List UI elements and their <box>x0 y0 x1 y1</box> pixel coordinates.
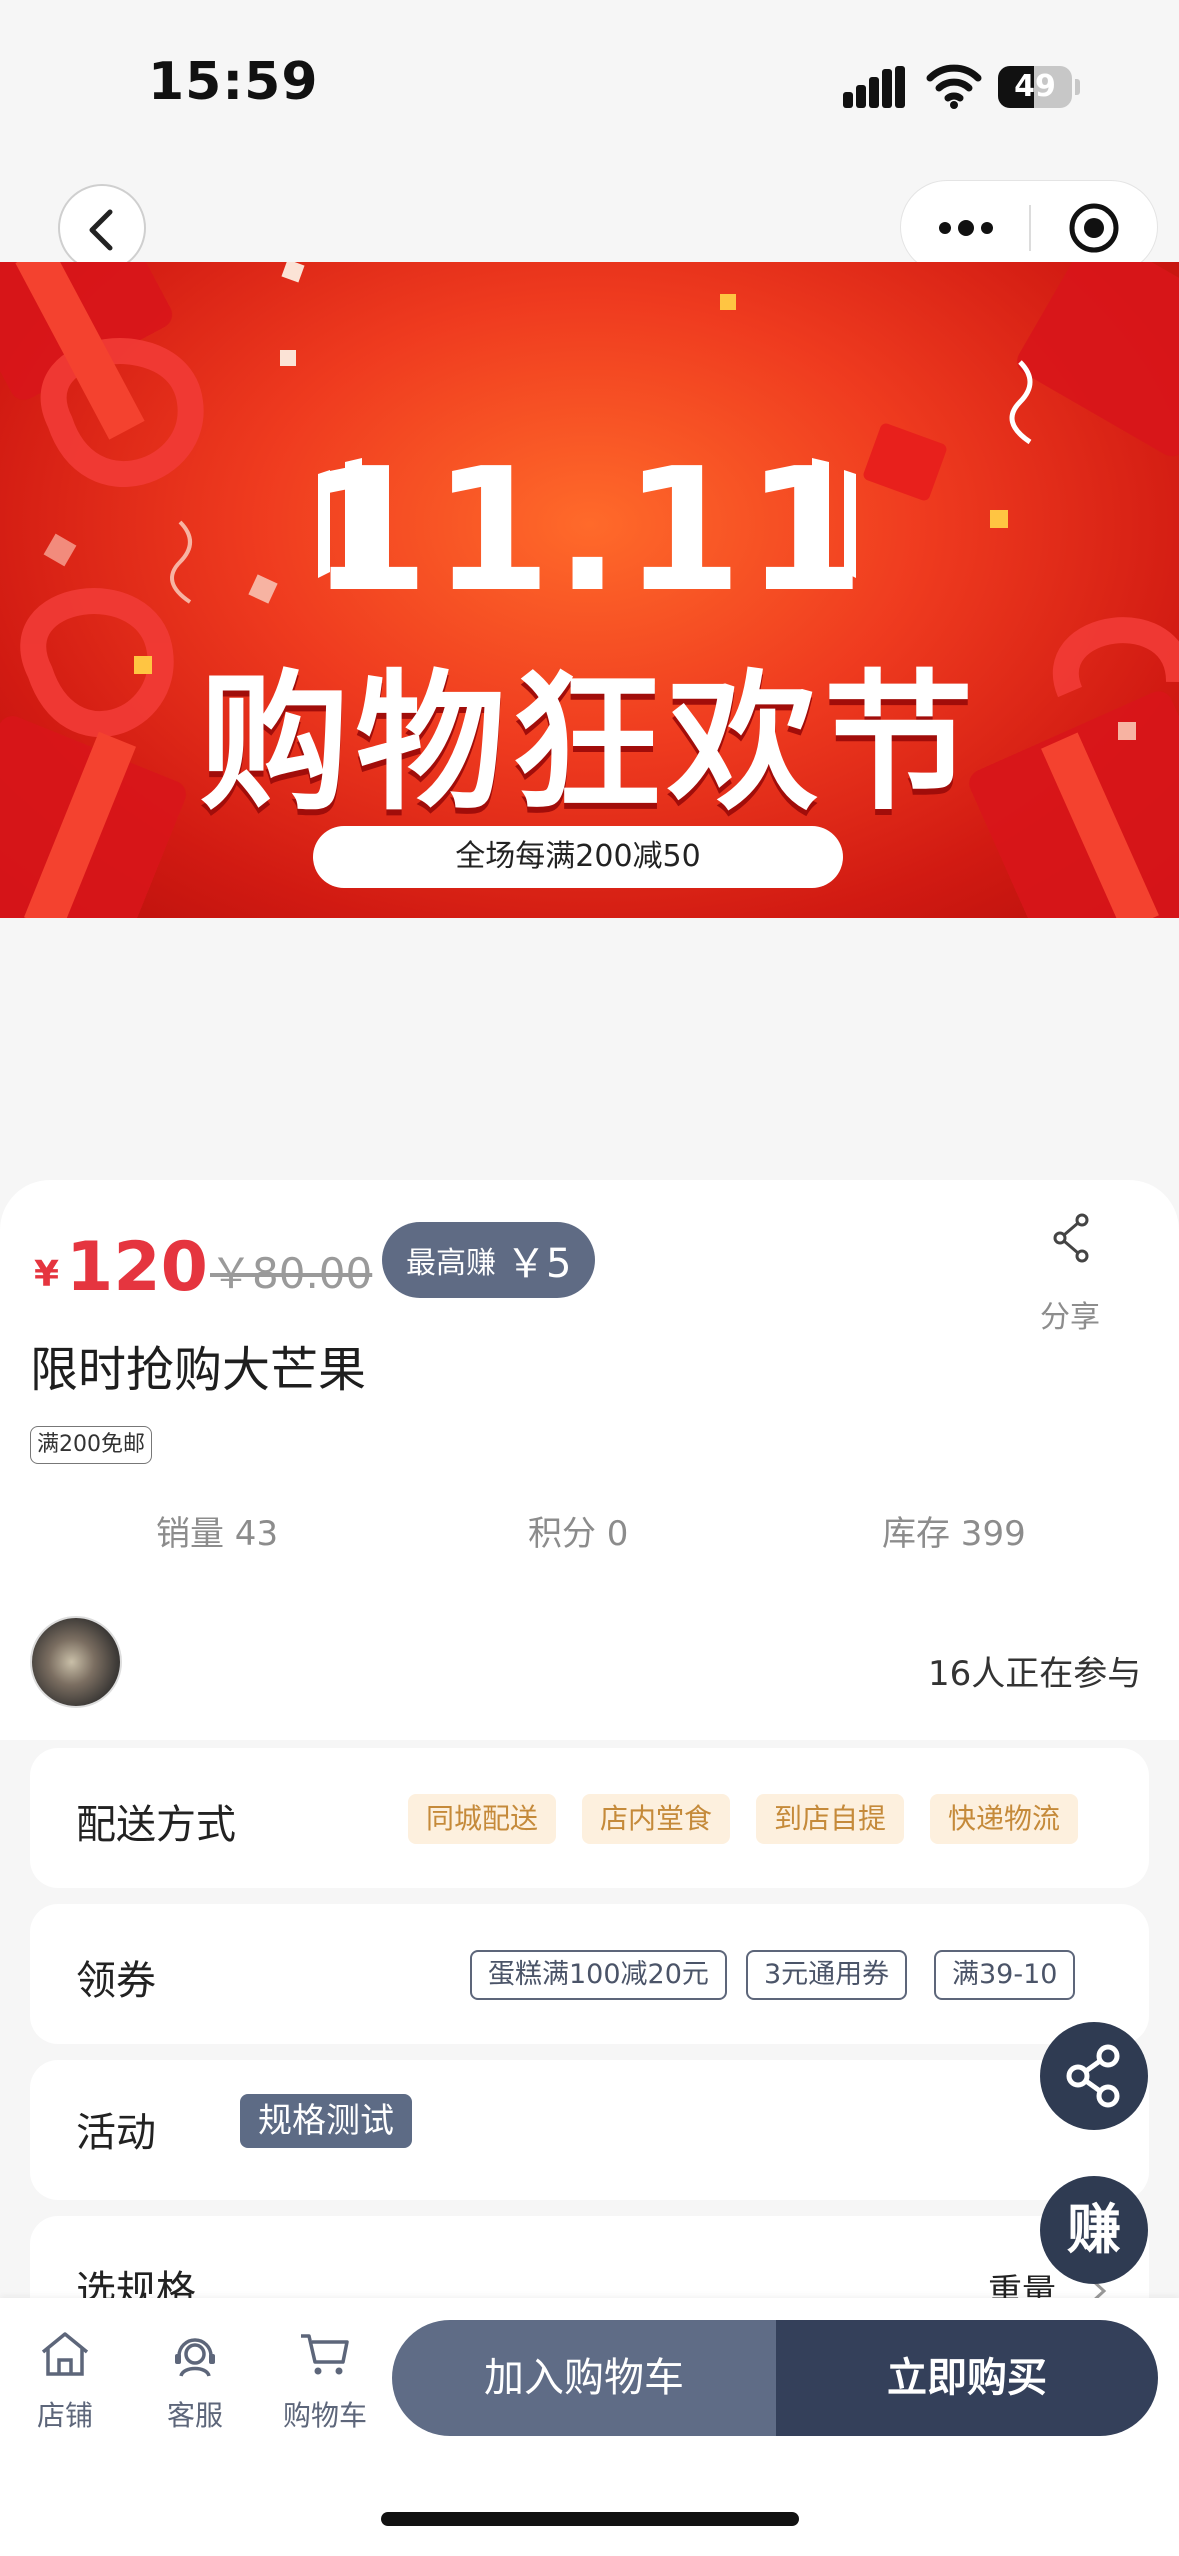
participants-count: 16人正在参与 <box>928 1654 1142 1694</box>
floating-share-button[interactable] <box>1040 2022 1148 2130</box>
participant-avatar[interactable] <box>30 1616 122 1708</box>
earn-value: ￥5 <box>506 1241 572 1287</box>
coupon-label: 领券 <box>76 1958 156 2004</box>
delivery-option[interactable]: 快递物流 <box>930 1794 1079 1844</box>
share-icon[interactable] <box>1052 1212 1092 1264</box>
banner-title-festival: 购物狂欢节 <box>199 657 980 831</box>
miniprogram-capsule <box>900 180 1158 274</box>
status-time: 15:59 <box>148 52 319 112</box>
delivery-row[interactable]: 配送方式 同城配送 店内堂食 到店自提 快递物流 <box>30 1748 1149 1888</box>
coupon-row[interactable]: 领券 蛋糕满100减20元 3元通用券 满39-10 <box>30 1904 1149 2044</box>
activity-tag[interactable]: 规格测试 <box>240 2094 412 2148</box>
banner-promo-pill: 全场每满200减50 <box>313 826 843 888</box>
banner-title-1111: 11.11 <box>310 432 869 630</box>
stat-sales: 销量 43 <box>156 1514 279 1554</box>
back-button[interactable] <box>58 184 146 272</box>
delivery-label: 配送方式 <box>76 1802 236 1848</box>
earn-badge: 最高赚 ￥5 <box>382 1222 596 1298</box>
store-nav-button[interactable]: 店铺 <box>10 2326 120 2434</box>
wifi-icon <box>926 64 982 109</box>
shopping-cart-icon <box>301 2334 349 2375</box>
add-to-cart-button[interactable]: 加入购物车 <box>392 2320 776 2436</box>
delivery-option[interactable]: 同城配送 <box>408 1794 557 1844</box>
floating-earn-button[interactable]: 赚 <box>1040 2176 1148 2284</box>
store-home-icon <box>41 2332 89 2376</box>
service-label: 客服 <box>166 2399 223 2432</box>
earn-label: 最高赚 <box>406 1246 496 1281</box>
delivery-option[interactable]: 店内堂食 <box>582 1794 731 1844</box>
chevron-left-icon <box>89 209 113 251</box>
service-nav-button[interactable]: 客服 <box>140 2326 250 2434</box>
activity-row[interactable]: 活动 规格测试 <box>30 2060 1149 2200</box>
cart-label: 购物车 <box>282 2399 367 2432</box>
price-value: 120 <box>66 1228 208 1307</box>
coupon-tag[interactable]: 满39-10 <box>934 1950 1076 2000</box>
free-shipping-tag: 满200免邮 <box>30 1426 152 1464</box>
product-title: 限时抢购大芒果 <box>30 1342 367 1398</box>
target-close-icon[interactable] <box>1059 199 1129 257</box>
stat-points: 积分 0 <box>528 1514 629 1554</box>
stat-stock: 库存 399 <box>882 1514 1026 1554</box>
store-label: 店铺 <box>36 2399 93 2432</box>
more-dots-icon[interactable] <box>931 199 1001 257</box>
share-label[interactable]: 分享 <box>1040 1292 1100 1336</box>
buy-now-button[interactable]: 立即购买 <box>776 2320 1158 2436</box>
coupon-tag[interactable]: 3元通用券 <box>746 1950 908 2000</box>
share-icon <box>1066 2044 1120 2108</box>
cellular-signal-icon <box>843 66 905 108</box>
activity-label: 活动 <box>76 2110 156 2156</box>
battery-percent: 49 <box>1014 69 1056 104</box>
coupon-tag[interactable]: 蛋糕满100减20元 <box>470 1950 727 2000</box>
cart-nav-button[interactable]: 购物车 <box>270 2326 380 2434</box>
battery-icon: 49 <box>998 66 1080 108</box>
delivery-option[interactable]: 到店自提 <box>756 1794 905 1844</box>
customer-service-icon <box>175 2338 215 2377</box>
price-currency: ¥ <box>34 1254 60 1295</box>
promo-banner[interactable]: 11.11 购物狂欢节 全场每满200减50 <box>0 262 1179 918</box>
home-indicator[interactable] <box>381 2512 799 2526</box>
original-price: ￥80.00 <box>210 1249 373 1298</box>
